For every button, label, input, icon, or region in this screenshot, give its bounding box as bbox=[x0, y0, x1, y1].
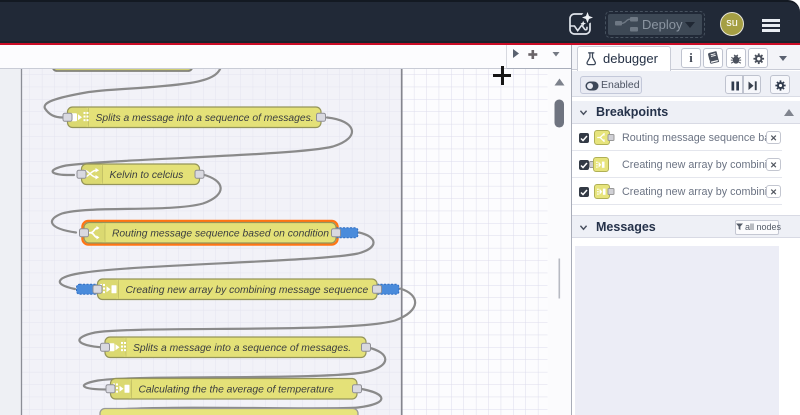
svg-text:Kelvin to celcius: Kelvin to celcius bbox=[110, 170, 184, 181]
svg-text:Splits a message into a sequen: Splits a message into a sequence of mess… bbox=[96, 113, 314, 124]
svg-text:Routing message sequence based: Routing message sequence based on condit… bbox=[112, 228, 329, 239]
svg-text:Calculating the the average of: Calculating the the average of temperatu… bbox=[139, 384, 334, 395]
svg-text:Creating new array by combinin: Creating new array by combining message … bbox=[126, 285, 369, 296]
svg-text:Splits a message into a sequen: Splits a message into a sequence of mess… bbox=[133, 343, 351, 354]
